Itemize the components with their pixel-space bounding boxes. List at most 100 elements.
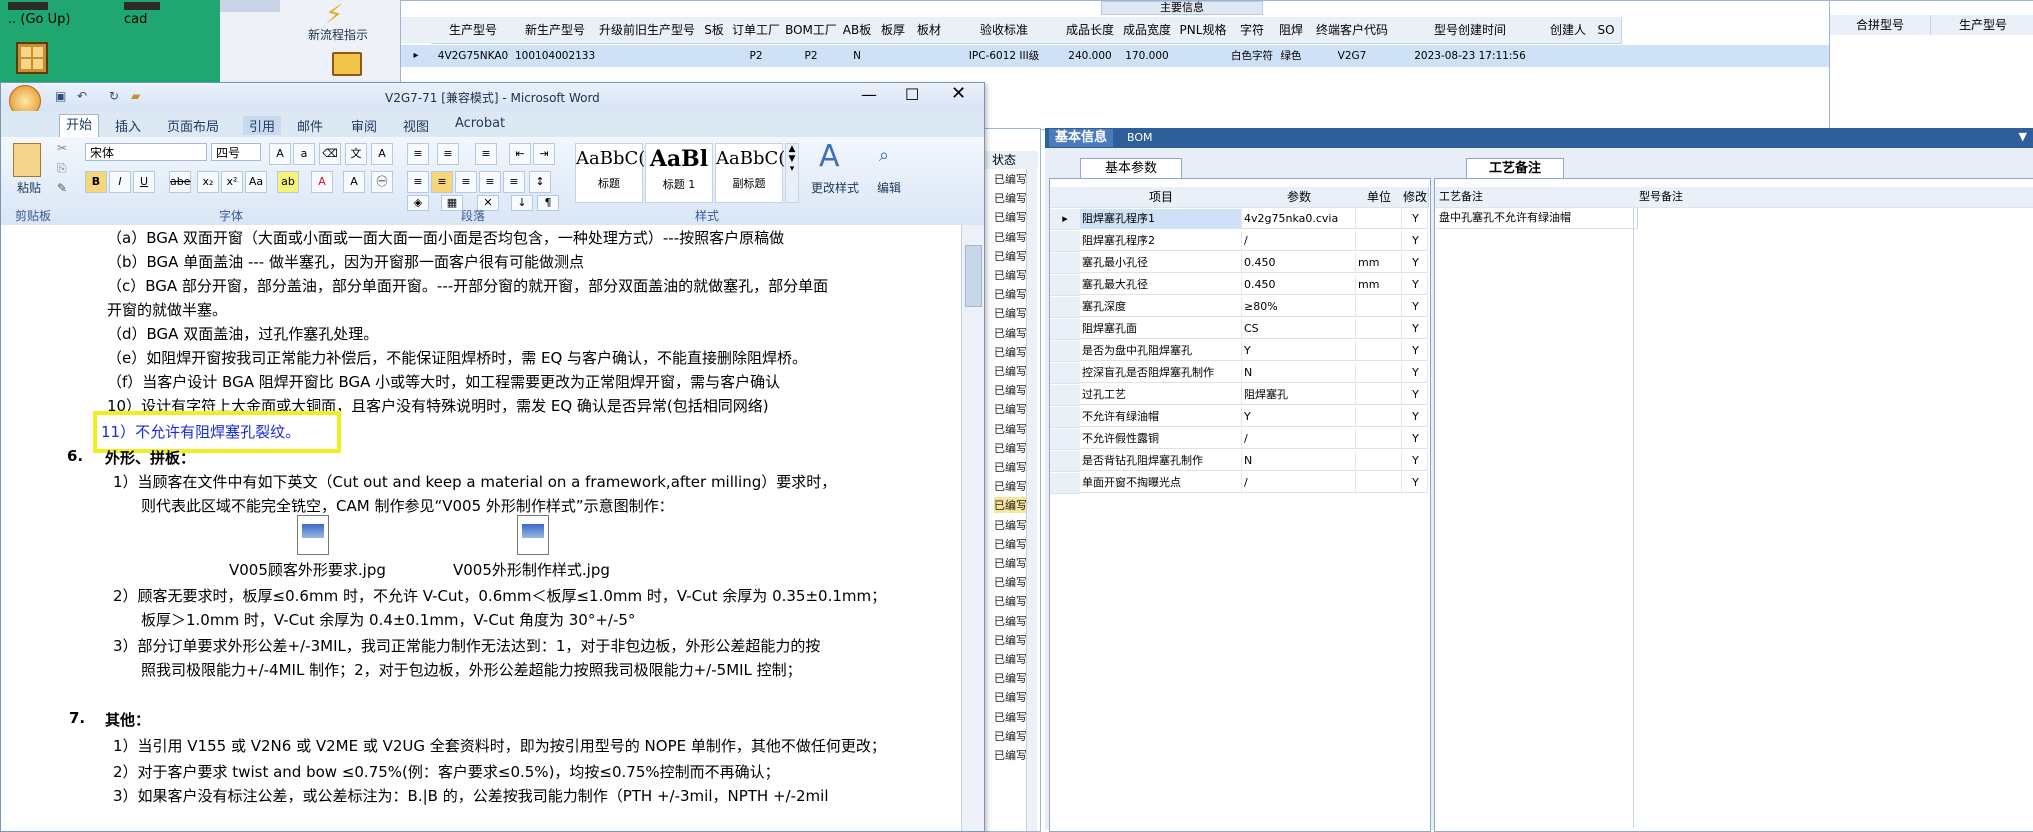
param-unit[interactable] — [1356, 407, 1402, 427]
param-unit[interactable] — [1356, 341, 1402, 361]
param-value[interactable]: Y — [1242, 407, 1356, 427]
open-icon[interactable]: ▰ — [131, 89, 140, 103]
bold-icon[interactable]: B — [85, 171, 107, 193]
underline-icon[interactable]: U — [133, 171, 155, 193]
status-cell[interactable]: 已编写 — [994, 689, 1027, 705]
flow-instruction-label[interactable]: 新流程指示 — [308, 26, 368, 43]
status-cell[interactable]: 已编写 — [994, 171, 1027, 187]
align-right-icon[interactable]: ≡ — [455, 171, 477, 193]
shading-icon[interactable]: ◈ — [407, 195, 429, 211]
table-cell[interactable]: 170.000 — [1119, 45, 1175, 67]
attachment-label[interactable]: V005外形制作样式.jpg — [453, 559, 610, 580]
column-header[interactable]: 创建人 — [1545, 17, 1592, 44]
tab-2[interactable]: 插入 — [115, 116, 141, 135]
status-cell[interactable]: 已编写 — [994, 344, 1027, 360]
copy-icon[interactable]: ⎘ — [57, 161, 67, 176]
clear-format-icon[interactable]: ⌫ — [319, 143, 341, 165]
italic-icon[interactable]: I — [109, 171, 131, 193]
table-cell[interactable]: IPC-6012 III级 — [947, 45, 1061, 67]
change-styles-label[interactable]: 更改样式 — [811, 179, 859, 196]
column-header[interactable]: 字符 — [1231, 17, 1274, 44]
column-header[interactable]: 终端客户代码 — [1309, 17, 1396, 44]
param-modified[interactable]: Y — [1402, 275, 1428, 295]
multilevel-list-icon[interactable]: ≡ — [475, 143, 497, 165]
enclose-char-icon[interactable]: ㊀ — [371, 171, 393, 193]
strikethrough-icon[interactable]: abe — [169, 171, 191, 193]
status-cell[interactable]: 已编写 — [994, 613, 1027, 629]
param-name[interactable]: 塞孔深度 — [1080, 297, 1242, 317]
param-modified[interactable]: Y — [1402, 319, 1428, 339]
status-cell[interactable]: 已编写 — [994, 709, 1027, 725]
folder-up-icon[interactable]: .. (Go Up) — [8, 2, 70, 27]
param-value[interactable]: CS — [1242, 319, 1356, 339]
table-cell[interactable]: 白色字符 — [1231, 45, 1273, 67]
param-value[interactable]: / — [1242, 231, 1356, 251]
param-unit[interactable] — [1356, 385, 1402, 405]
status-cell[interactable]: 已编写 — [994, 536, 1027, 552]
find-icon[interactable]: ⌕ — [879, 145, 889, 166]
param-unit[interactable]: mm — [1356, 275, 1402, 295]
change-styles-icon[interactable]: A — [819, 139, 840, 174]
process-remark-text[interactable]: 盘中孔塞孔不允许有绿油帽 — [1435, 208, 1638, 229]
status-cell[interactable]: 已编写 — [994, 440, 1027, 456]
column-header[interactable]: 订单工厂 — [729, 17, 784, 44]
tab-5[interactable]: 邮件 — [297, 116, 323, 135]
column-header[interactable]: SO — [1591, 17, 1622, 44]
font-color-icon[interactable]: A — [311, 171, 333, 193]
param-name[interactable]: 过孔工艺 — [1080, 385, 1242, 405]
model-remark-header[interactable]: 型号备注 — [1635, 187, 2033, 208]
status-cell[interactable]: 已编写 — [994, 497, 1027, 514]
align-left-icon[interactable]: ≡ — [407, 171, 429, 193]
table-cell[interactable] — [1175, 45, 1231, 67]
column-header[interactable]: 成品宽度 — [1119, 17, 1176, 44]
param-unit[interactable] — [1356, 363, 1402, 383]
param-name[interactable]: 控深盲孔是否阻焊塞孔制作 — [1080, 363, 1242, 383]
status-cell[interactable]: 已编写 — [994, 670, 1027, 686]
numbering-icon[interactable]: ≡ — [437, 143, 459, 165]
param-header[interactable]: 参数 — [1242, 187, 1357, 208]
column-header[interactable]: 板材 — [911, 17, 948, 44]
cad-folder-icon[interactable]: cad — [124, 2, 160, 27]
param-name[interactable]: 是否背钻孔阻焊塞孔制作 — [1080, 451, 1242, 471]
phonetic-icon[interactable]: 文 — [345, 143, 367, 165]
production-model-header[interactable]: 生产型号 — [1931, 15, 2033, 35]
param-value[interactable]: 0.450 — [1242, 253, 1356, 273]
highlight-icon[interactable]: ab — [277, 171, 299, 193]
status-cell[interactable]: 已编写 — [994, 517, 1027, 533]
param-unit[interactable] — [1356, 297, 1402, 317]
param-name[interactable]: 阻焊塞孔程序1 — [1080, 209, 1242, 229]
status-cell[interactable]: 已编写 — [994, 421, 1027, 437]
tab-6[interactable]: 审阅 — [351, 116, 377, 135]
bullets-icon[interactable]: ≡ — [407, 143, 429, 165]
param-modified[interactable]: Y — [1402, 297, 1428, 317]
show-marks-icon[interactable]: ¶ — [537, 195, 559, 211]
redo-icon[interactable]: ↻ — [109, 89, 119, 103]
param-name[interactable]: 塞孔最小孔径 — [1080, 253, 1242, 273]
align-center-icon[interactable]: ≡ — [431, 171, 453, 193]
column-header[interactable]: S板 — [699, 17, 730, 44]
process-remark-header[interactable]: 工艺备注 — [1435, 187, 1638, 208]
param-value[interactable]: N — [1242, 451, 1356, 471]
param-unit[interactable]: mm — [1356, 253, 1402, 273]
status-cell[interactable]: 已编写 — [994, 325, 1027, 341]
param-unit[interactable] — [1356, 319, 1402, 339]
change-case-icon[interactable]: Aa — [245, 171, 267, 193]
param-value[interactable]: N — [1242, 363, 1356, 383]
status-header[interactable]: 状态 — [984, 151, 1038, 169]
table-cell[interactable]: 240.000 — [1061, 45, 1119, 67]
editing-label[interactable]: 编辑 — [877, 179, 901, 196]
minimize-icon[interactable]: — — [861, 85, 877, 104]
char-shading-icon[interactable]: A — [343, 171, 365, 193]
app-grid-icon[interactable] — [16, 42, 48, 74]
paste-icon[interactable] — [13, 143, 41, 177]
scroll-thumb[interactable] — [965, 245, 982, 307]
param-unit[interactable] — [1356, 451, 1402, 471]
param-modified[interactable]: Y — [1402, 473, 1428, 493]
status-cell[interactable]: 已编写 — [994, 574, 1027, 590]
table-cell[interactable]: N — [839, 45, 875, 67]
open-folder-icon[interactable] — [332, 52, 362, 76]
tab-base-params[interactable]: 基本参数 — [1080, 158, 1182, 179]
char-border-icon[interactable]: A — [371, 143, 393, 165]
attachment-icon[interactable] — [297, 515, 329, 555]
increase-indent-icon[interactable]: ⇥ — [533, 143, 555, 165]
